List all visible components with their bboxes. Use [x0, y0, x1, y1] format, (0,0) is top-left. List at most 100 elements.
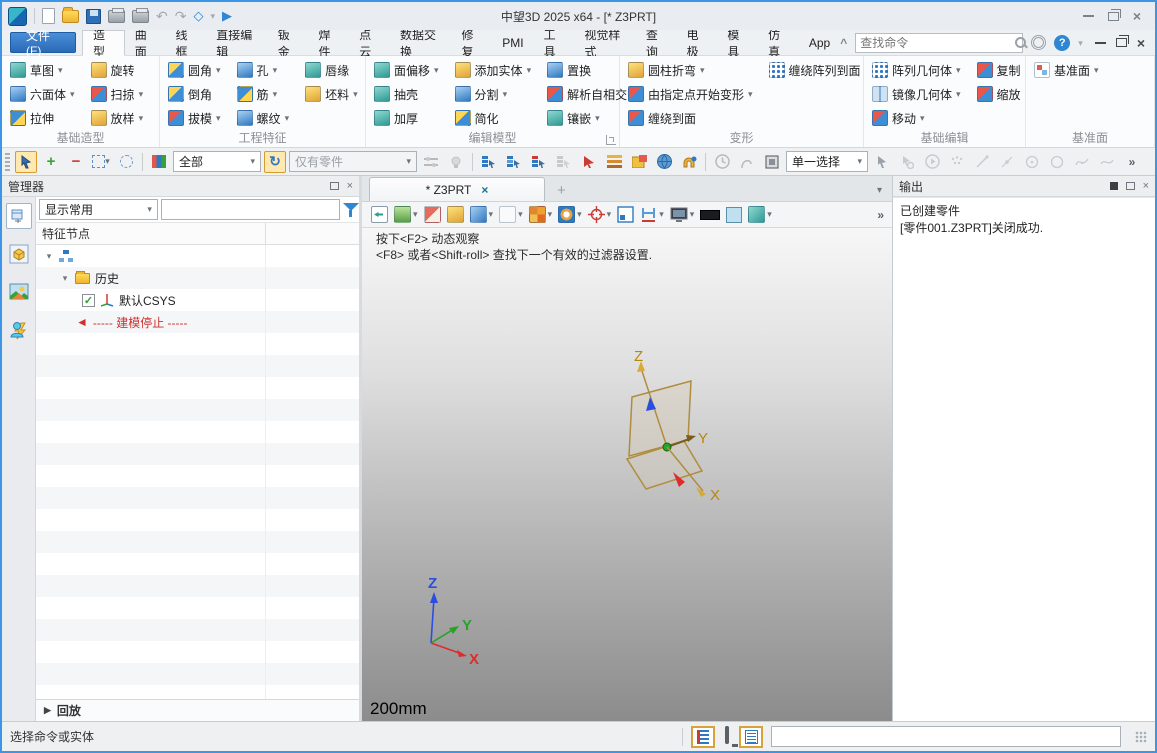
stock-button[interactable]: 坯料 ▾: [303, 82, 360, 106]
output-log[interactable]: 已创建零件 [零件001.Z3PRT]关闭成功.: [893, 197, 1155, 721]
toolbar-overflow-icon[interactable]: »: [1121, 151, 1143, 173]
point-tool-icon[interactable]: [946, 151, 968, 173]
ucs-manager-button[interactable]: [628, 151, 650, 173]
chevron-down-icon[interactable]: ▾: [434, 65, 439, 76]
deform-from-point-button[interactable]: 由指定点开始变形 ▾: [626, 82, 755, 106]
display-mode-button[interactable]: ▾: [669, 206, 696, 223]
copy-button[interactable]: 复制: [975, 58, 1023, 82]
color-swatch[interactable]: [725, 206, 743, 224]
search-icon[interactable]: [1015, 37, 1027, 48]
pick-timer-button[interactable]: [711, 151, 733, 173]
manager-restore-icon[interactable]: [329, 182, 339, 190]
visual-manager-icon[interactable]: [6, 279, 32, 305]
part-filter-select[interactable]: 仅有零件 ▾: [289, 151, 417, 172]
chevron-down-icon[interactable]: ▾: [139, 89, 144, 100]
tab-app[interactable]: App: [799, 30, 840, 55]
pick-last-button[interactable]: [578, 151, 600, 173]
chevron-down-icon[interactable]: ▾: [70, 89, 75, 100]
divide-button[interactable]: 分割 ▾: [453, 82, 534, 106]
tab-electrode[interactable]: 电极: [677, 28, 718, 59]
extrude-button[interactable]: 拉伸: [8, 106, 77, 130]
sketch-button[interactable]: 草图 ▾: [8, 58, 77, 82]
doc-close-button[interactable]: ×: [1137, 36, 1145, 50]
chevron-down-icon[interactable]: ▾: [1094, 65, 1099, 76]
inlay-button[interactable]: 镶嵌 ▾: [545, 106, 629, 130]
doc-minimize-button[interactable]: [1094, 41, 1106, 44]
zoom-circle-button[interactable]: ▾: [557, 205, 583, 224]
output-close-icon[interactable]: ×: [1143, 180, 1149, 192]
line-point-tool-icon[interactable]: [996, 151, 1018, 173]
chevron-down-icon[interactable]: ▾: [285, 113, 290, 124]
tab-direct-edit[interactable]: 直接编辑: [206, 28, 268, 59]
box-button[interactable]: 六面体 ▾: [8, 82, 77, 106]
datum-plane-button[interactable]: 基准面 ▾: [1032, 58, 1101, 82]
undo-icon[interactable]: ↶: [156, 9, 168, 23]
help-icon[interactable]: ?: [1054, 34, 1071, 51]
pick-chain-button[interactable]: [528, 151, 550, 173]
cursor-mode-button[interactable]: [871, 151, 893, 173]
tab-wireframe[interactable]: 线框: [165, 28, 206, 59]
wrap-pattern-to-face-button[interactable]: 缠绕阵列到面: [767, 58, 863, 82]
toolbar-grip[interactable]: [5, 152, 10, 171]
spline-tool-icon[interactable]: [1071, 151, 1093, 173]
file-menu-button[interactable]: 文件(F): [10, 29, 76, 58]
tree-history-row[interactable]: ▾ 历史: [36, 267, 359, 289]
tab-mold[interactable]: 模具: [717, 28, 758, 59]
auto-regen-button[interactable]: [896, 151, 918, 173]
tab-repair[interactable]: 修复: [451, 28, 492, 59]
pick-feature-button[interactable]: [553, 151, 575, 173]
hole-button[interactable]: 孔 ▾: [235, 58, 292, 82]
restore-button[interactable]: [1107, 8, 1121, 21]
chevron-down-icon[interactable]: ▾: [216, 113, 221, 124]
history-manager-icon[interactable]: [5, 203, 32, 229]
resolve-self-intersection-button[interactable]: 解析自相交: [545, 82, 629, 106]
exit-button[interactable]: [370, 205, 389, 224]
print-icon[interactable]: [108, 7, 125, 23]
chevron-down-icon[interactable]: ▾: [216, 65, 221, 76]
new-file-icon[interactable]: [42, 8, 55, 24]
fillet-button[interactable]: 圆角 ▾: [166, 58, 223, 82]
tab-data-exchange[interactable]: 数据交换: [390, 28, 452, 59]
lip-button[interactable]: 唇缘: [303, 58, 360, 82]
chevron-down-icon[interactable]: ▾: [58, 65, 63, 76]
csys-checkbox[interactable]: ✓: [82, 293, 95, 307]
status-command-input[interactable]: [771, 726, 1121, 747]
chamfer-button[interactable]: 倒角: [166, 82, 223, 106]
chevron-down-icon[interactable]: ▾: [700, 65, 705, 76]
resume-play-button[interactable]: [921, 151, 943, 173]
layer-state-button[interactable]: ▾: [393, 205, 419, 224]
chevron-down-icon[interactable]: ▾: [527, 65, 532, 76]
scale-button[interactable]: 缩放: [975, 82, 1023, 106]
selection-mode-select[interactable]: 单一选择 ▾: [786, 151, 868, 172]
command-search-input[interactable]: [860, 35, 1016, 50]
dialog-launcher-icon[interactable]: [606, 135, 616, 145]
select-all-button[interactable]: ▾: [90, 151, 112, 173]
chevron-down-icon[interactable]: ▾: [139, 113, 144, 124]
tab-surface[interactable]: 曲面: [125, 28, 166, 59]
material-button[interactable]: ▾: [747, 205, 773, 224]
minimize-button[interactable]: [1082, 15, 1094, 17]
target-point-button[interactable]: ▾: [587, 205, 613, 224]
help-dropdown-icon[interactable]: ▾: [1078, 36, 1083, 50]
output-stop-icon[interactable]: [1109, 182, 1118, 190]
column-divider[interactable]: [265, 223, 266, 244]
chevron-down-icon[interactable]: ▾: [748, 89, 753, 100]
playback-bar[interactable]: ▶ 回放: [36, 699, 359, 721]
pattern-geometry-button[interactable]: 阵列几何体 ▾: [870, 58, 963, 82]
doc-restore-button[interactable]: [1115, 35, 1129, 47]
loft-button[interactable]: 放样 ▾: [89, 106, 146, 130]
chevron-down-icon[interactable]: ▾: [920, 113, 925, 124]
view-toolbar-overflow-icon[interactable]: »: [877, 208, 884, 222]
collapse-ribbon-icon[interactable]: ^: [840, 36, 847, 50]
pick-box-button[interactable]: [761, 151, 783, 173]
chevron-down-icon[interactable]: ▾: [353, 89, 358, 100]
role-manager-icon[interactable]: [6, 317, 32, 343]
settings-gear-icon[interactable]: [1031, 35, 1047, 50]
view-manager-button[interactable]: [653, 151, 675, 173]
chevron-down-icon[interactable]: ▾: [595, 113, 600, 124]
monitor-display-button[interactable]: [723, 725, 731, 746]
shell-button[interactable]: 抽壳: [372, 82, 441, 106]
circle-tool-icon[interactable]: [1046, 151, 1068, 173]
resize-grip[interactable]: [1135, 730, 1147, 743]
wireframe-display-button[interactable]: ▾: [498, 205, 524, 224]
